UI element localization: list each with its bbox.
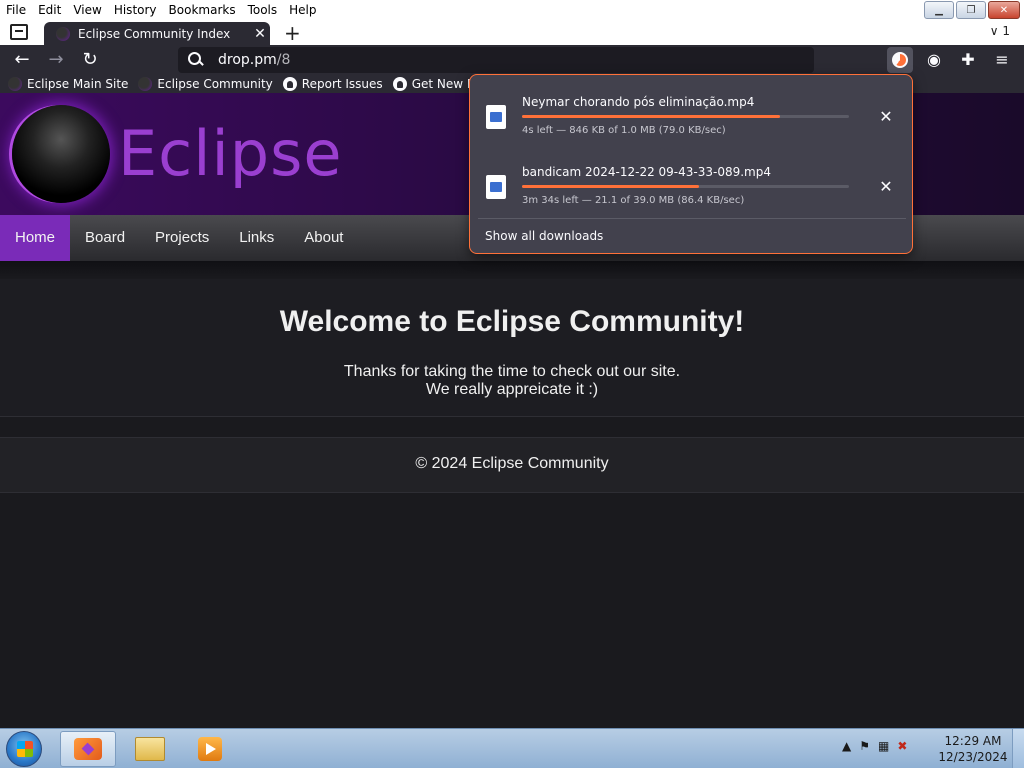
menu-file[interactable]: File [0, 0, 32, 20]
menu-edit[interactable]: Edit [32, 0, 67, 20]
menu-hamburger-icon[interactable]: ≡ [991, 49, 1013, 71]
menu-bar: File Edit View History Bookmarks Tools H… [0, 0, 1024, 20]
close-window-button[interactable]: ✕ [988, 1, 1020, 19]
download-filename: Neymar chorando pós eliminação.mp4 [522, 95, 755, 109]
eclipse-icon [8, 77, 22, 91]
nav-projects[interactable]: Projects [140, 215, 224, 261]
video-file-icon [486, 105, 506, 129]
bookmark-eclipse-main-site[interactable]: Eclipse Main Site [8, 77, 128, 91]
download-status: 4s left — 846 KB of 1.0 MB (79.0 KB/sec) [522, 125, 726, 136]
nav-shadow [0, 261, 1024, 279]
reload-icon[interactable]: ↻ [78, 49, 102, 71]
welcome-line-1: Thanks for taking the time to check out … [343, 363, 681, 380]
media-player-icon [198, 737, 222, 761]
tab-title: Eclipse Community Index [78, 26, 231, 41]
nav-toolbar: ← → ↻ drop.pm/8 ◉ ✚ ≡ [0, 45, 1024, 75]
nav-board[interactable]: Board [70, 215, 140, 261]
url-bar[interactable]: drop.pm/8 [178, 47, 814, 73]
copyright-text: © 2024 Eclipse Community [415, 455, 609, 472]
cancel-download-icon[interactable]: ✕ [876, 107, 896, 127]
nav-links[interactable]: Links [224, 215, 289, 261]
taskbar: ▲ ⚑ ▦ ✖ 12:29 AM 12/23/2024 [0, 728, 1024, 768]
download-progress-fill [522, 115, 781, 118]
download-item[interactable]: bandicam 2024-12-22 09-43-33-089.mp4 3m … [470, 149, 914, 215]
taskbar-explorer[interactable] [122, 731, 178, 767]
menu-help[interactable]: Help [283, 0, 322, 20]
bookmark-eclipse-community[interactable]: Eclipse Community [138, 77, 273, 91]
menu-bookmarks[interactable]: Bookmarks [163, 0, 242, 20]
download-progress-bar [522, 115, 849, 118]
download-filename: bandicam 2024-12-22 09-43-33-089.mp4 [522, 165, 771, 179]
download-progress-fill [522, 185, 699, 188]
account-icon[interactable]: ◉ [923, 49, 945, 71]
tab-count: 1 [1002, 24, 1010, 38]
firefox-icon [74, 738, 102, 760]
window-controls: ▁ ❐ ✕ [924, 1, 1020, 19]
cancel-download-icon[interactable]: ✕ [876, 177, 896, 197]
list-all-tabs-button[interactable]: ∨ 1 [990, 24, 1010, 38]
show-hidden-icons-icon[interactable]: ▲ [842, 739, 851, 753]
page-title: Welcome to Eclipse Community! [279, 305, 745, 338]
downloads-panel: Neymar chorando pós eliminação.mp4 4s le… [469, 74, 913, 254]
bookmark-report-issues[interactable]: Report Issues [282, 77, 383, 91]
download-progress-bar [522, 185, 849, 188]
network-icon[interactable]: ▦ [878, 739, 889, 753]
eclipse-icon [138, 77, 153, 91]
close-tab-icon[interactable]: ✕ [250, 26, 270, 42]
show-desktop-button[interactable] [1012, 729, 1024, 768]
github-icon [282, 77, 297, 91]
github-icon [392, 77, 407, 91]
downloads-button[interactable] [887, 47, 913, 73]
start-button[interactable] [6, 731, 42, 767]
eclipse-favicon-icon [56, 26, 70, 41]
download-progress-icon [892, 52, 908, 68]
clock[interactable]: 12:29 AM 12/23/2024 [938, 733, 1008, 765]
site-logo-text: Eclipse [118, 117, 343, 190]
back-icon[interactable]: ← [10, 49, 34, 71]
divider [478, 218, 906, 219]
video-file-icon [486, 175, 506, 199]
action-center-flag-icon[interactable]: ⚑ [859, 739, 870, 753]
taskbar-firefox[interactable] [60, 731, 116, 767]
taskbar-media-player[interactable] [182, 731, 238, 767]
menu-history[interactable]: History [108, 0, 163, 20]
tab-active[interactable]: Eclipse Community Index ✕ [44, 22, 270, 45]
welcome-text: Thanks for taking the time to check out … [0, 363, 1024, 399]
download-item[interactable]: Neymar chorando pós eliminação.mp4 4s le… [470, 79, 914, 145]
menu-view[interactable]: View [67, 0, 107, 20]
eclipse-logo-icon [12, 105, 110, 203]
tab-strip: Eclipse Community Index ✕ + ∨ 1 [0, 20, 1024, 45]
clock-date: 12/23/2024 [938, 750, 1008, 764]
volume-muted-icon[interactable]: ✖ [897, 739, 907, 753]
show-all-downloads-link[interactable]: Show all downloads [485, 229, 603, 243]
restore-button[interactable]: ❐ [956, 1, 986, 19]
minimize-button[interactable]: ▁ [924, 1, 954, 19]
url-text: drop.pm/8 [218, 52, 291, 68]
nav-home[interactable]: Home [0, 215, 71, 261]
extensions-icon[interactable]: ✚ [957, 49, 979, 71]
download-status: 3m 34s left — 21.1 of 39.0 MB (86.4 KB/s… [522, 195, 745, 206]
nav-about[interactable]: About [289, 215, 358, 261]
system-tray: ▲ ⚑ ▦ ✖ [842, 739, 907, 753]
folder-icon [135, 737, 165, 761]
clock-time: 12:29 AM [944, 734, 1002, 748]
forward-icon[interactable]: → [44, 49, 68, 71]
welcome-line-2: We really appreicate it :) [425, 381, 599, 398]
menu-tools[interactable]: Tools [242, 0, 284, 20]
search-icon [188, 52, 204, 68]
firefox-view-icon[interactable] [10, 24, 28, 40]
new-tab-icon[interactable]: + [284, 21, 301, 45]
